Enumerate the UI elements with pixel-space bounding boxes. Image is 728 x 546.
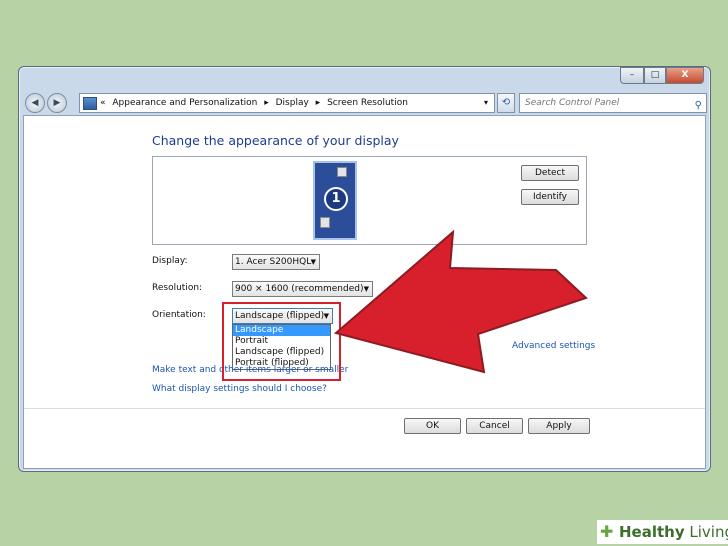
brand-name: Healthy Living — [619, 523, 728, 541]
healthy-living-logo-icon: ✚ — [600, 522, 614, 541]
brand-name-rest: Living — [689, 523, 728, 541]
pointer-arrow-icon — [333, 229, 588, 374]
pointer-arrow-shape — [333, 229, 588, 374]
brand-watermark: ✚ Healthy Living — [597, 520, 728, 544]
brand-name-bold: Healthy — [619, 523, 685, 541]
